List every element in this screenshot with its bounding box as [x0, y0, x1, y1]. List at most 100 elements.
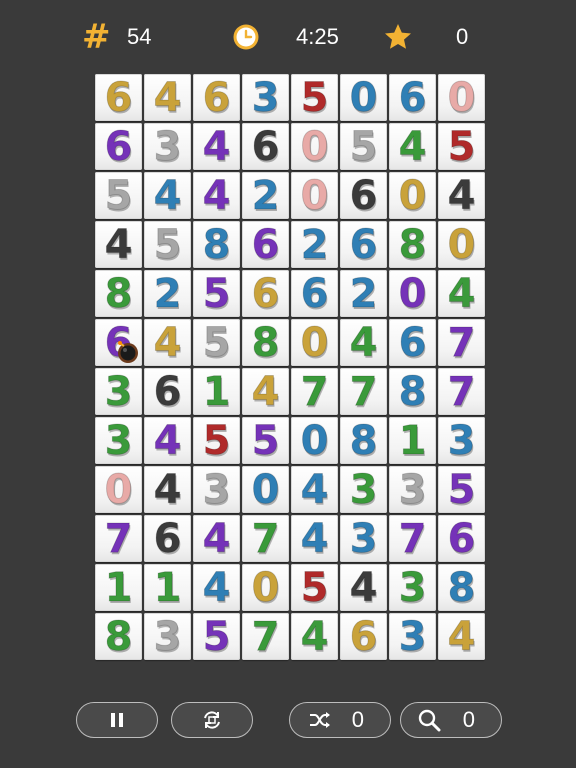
tile[interactable]: 5: [193, 613, 240, 660]
tile[interactable]: 6: [95, 123, 142, 170]
tile[interactable]: 3: [144, 613, 191, 660]
tile[interactable]: 3: [389, 466, 436, 513]
tile[interactable]: 4: [193, 515, 240, 562]
tile[interactable]: 8: [95, 270, 142, 317]
tile[interactable]: 3: [340, 466, 387, 513]
tile[interactable]: 5: [340, 123, 387, 170]
tile[interactable]: 5: [242, 417, 289, 464]
tile[interactable]: 6: [95, 319, 142, 366]
tile[interactable]: 6: [242, 123, 289, 170]
tile[interactable]: 6: [340, 613, 387, 660]
tile[interactable]: 1: [95, 564, 142, 611]
tile[interactable]: 7: [340, 368, 387, 415]
tile[interactable]: 4: [144, 172, 191, 219]
tile[interactable]: 6: [291, 270, 338, 317]
tile[interactable]: 0: [438, 74, 485, 121]
tile[interactable]: 0: [242, 466, 289, 513]
tile[interactable]: 1: [193, 368, 240, 415]
tile[interactable]: 3: [438, 417, 485, 464]
tile[interactable]: 4: [291, 613, 338, 660]
tile[interactable]: 1: [389, 417, 436, 464]
tile[interactable]: 8: [389, 368, 436, 415]
tile[interactable]: 6: [389, 319, 436, 366]
tile[interactable]: 3: [340, 515, 387, 562]
tile[interactable]: 4: [438, 270, 485, 317]
tile[interactable]: 8: [438, 564, 485, 611]
tile[interactable]: 3: [389, 564, 436, 611]
tile[interactable]: 4: [144, 466, 191, 513]
tile[interactable]: 4: [389, 123, 436, 170]
tile[interactable]: 3: [242, 74, 289, 121]
tile[interactable]: 2: [340, 270, 387, 317]
tile[interactable]: 4: [193, 123, 240, 170]
tile[interactable]: 6: [242, 270, 289, 317]
tile[interactable]: 8: [193, 221, 240, 268]
tile[interactable]: 5: [193, 319, 240, 366]
tile[interactable]: 3: [95, 417, 142, 464]
tile[interactable]: 5: [438, 123, 485, 170]
tile[interactable]: 0: [389, 270, 436, 317]
pause-button[interactable]: [76, 702, 158, 738]
tile[interactable]: 6: [389, 74, 436, 121]
tile[interactable]: 7: [242, 613, 289, 660]
tile[interactable]: 4: [242, 368, 289, 415]
tile[interactable]: 3: [95, 368, 142, 415]
tile[interactable]: 7: [95, 515, 142, 562]
tile[interactable]: 0: [340, 74, 387, 121]
tile[interactable]: 3: [193, 466, 240, 513]
tile[interactable]: 4: [144, 74, 191, 121]
tile[interactable]: 4: [438, 613, 485, 660]
tile[interactable]: 0: [389, 172, 436, 219]
tile[interactable]: 5: [144, 221, 191, 268]
tile[interactable]: 8: [95, 613, 142, 660]
tile[interactable]: 5: [291, 74, 338, 121]
tile[interactable]: 5: [193, 270, 240, 317]
tile[interactable]: 4: [95, 221, 142, 268]
tile[interactable]: 0: [291, 319, 338, 366]
tile[interactable]: 5: [438, 466, 485, 513]
tile[interactable]: 3: [389, 613, 436, 660]
tile[interactable]: 6: [144, 368, 191, 415]
tile[interactable]: 6: [340, 172, 387, 219]
tile[interactable]: 6: [242, 221, 289, 268]
tile[interactable]: 5: [291, 564, 338, 611]
tile[interactable]: 2: [144, 270, 191, 317]
tile[interactable]: 1: [144, 564, 191, 611]
tile[interactable]: 0: [291, 123, 338, 170]
tile[interactable]: 4: [144, 319, 191, 366]
tile[interactable]: 5: [193, 417, 240, 464]
tile[interactable]: 4: [340, 564, 387, 611]
tile[interactable]: 7: [242, 515, 289, 562]
tile[interactable]: 0: [95, 466, 142, 513]
tile[interactable]: 4: [193, 564, 240, 611]
tile[interactable]: 4: [291, 466, 338, 513]
shuffle-button[interactable]: 0: [289, 702, 391, 738]
tile[interactable]: 2: [291, 221, 338, 268]
tile[interactable]: 0: [291, 417, 338, 464]
tile[interactable]: 8: [389, 221, 436, 268]
tile[interactable]: 4: [340, 319, 387, 366]
tile[interactable]: 5: [95, 172, 142, 219]
tile[interactable]: 6: [95, 74, 142, 121]
tile[interactable]: 4: [291, 515, 338, 562]
hint-button[interactable]: 0: [400, 702, 502, 738]
tile[interactable]: 4: [193, 172, 240, 219]
replay-button[interactable]: [171, 702, 253, 738]
tile[interactable]: 6: [340, 221, 387, 268]
tile[interactable]: 8: [242, 319, 289, 366]
tile[interactable]: 4: [438, 172, 485, 219]
tile[interactable]: 7: [438, 319, 485, 366]
tile[interactable]: 3: [144, 123, 191, 170]
tile[interactable]: 0: [438, 221, 485, 268]
tile[interactable]: 6: [144, 515, 191, 562]
tile[interactable]: 6: [193, 74, 240, 121]
tile[interactable]: 0: [291, 172, 338, 219]
tile[interactable]: 6: [438, 515, 485, 562]
tile[interactable]: 2: [242, 172, 289, 219]
tile[interactable]: 0: [242, 564, 289, 611]
tile[interactable]: 7: [438, 368, 485, 415]
tile[interactable]: 4: [144, 417, 191, 464]
tile[interactable]: 7: [291, 368, 338, 415]
tile[interactable]: 8: [340, 417, 387, 464]
tile[interactable]: 7: [389, 515, 436, 562]
